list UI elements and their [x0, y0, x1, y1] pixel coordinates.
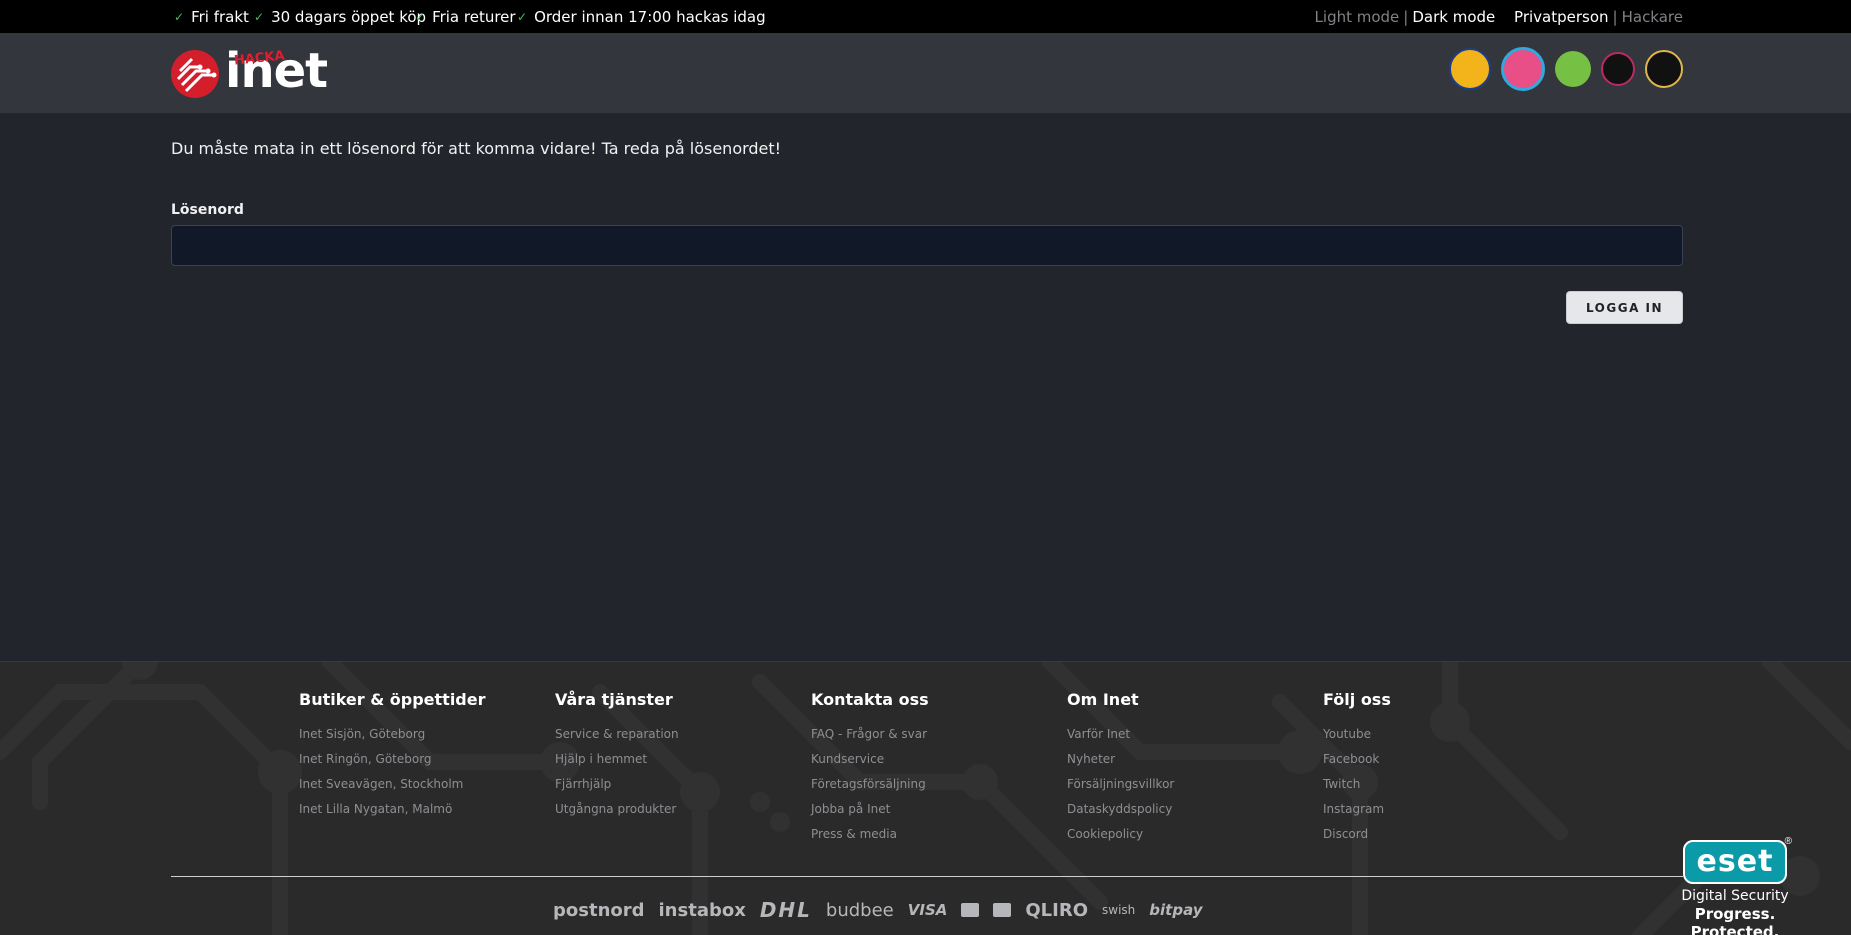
footer-link[interactable]: Inet Sveavägen, Stockholm: [299, 774, 486, 799]
password-label: Lösenord: [171, 202, 244, 218]
bitpay-logo: bitpay: [1149, 901, 1203, 919]
site-header: inet HACKA: [0, 33, 1851, 113]
privatperson-link[interactable]: Privatperson: [1514, 8, 1608, 26]
mode-switcher: Light mode | Dark mode Privatperson | Hackar…: [1315, 8, 1683, 26]
footer-link[interactable]: Jobba på Inet: [811, 799, 929, 824]
footer-link[interactable]: Fjärrhjälp: [555, 774, 679, 799]
footer-column-title: Butiker & öppettider: [299, 690, 486, 709]
instabox-logo: instabox: [658, 899, 746, 921]
password-required-message: Du måste mata in ett lösenord för att ko…: [171, 139, 782, 158]
gluten-free-badge-icon: [1555, 51, 1591, 87]
light-mode-link[interactable]: Light mode: [1315, 8, 1400, 26]
footer-link[interactable]: Utgångna produkter: [555, 799, 679, 824]
usp-item: ✓ Order innan 17:00 hackas idag: [517, 8, 766, 26]
usp-item: ✓ Fria returer: [415, 8, 516, 26]
footer-link[interactable]: Hjälp i hemmet: [555, 749, 679, 774]
mastercard-icon: [961, 903, 980, 917]
footer-link[interactable]: Företagsförsäljning: [811, 774, 929, 799]
footer-column-contact: Kontakta oss FAQ - Frågor & svar Kundser…: [811, 690, 929, 849]
footer-link[interactable]: Inet Ringön, Göteborg: [299, 749, 486, 774]
eset-badge[interactable]: eset ® Digital Security Progress. Protec…: [1660, 836, 1810, 935]
dark-mode-link[interactable]: Dark mode: [1412, 8, 1495, 26]
footer-column-stores: Butiker & öppettider Inet Sisjön, Götebo…: [299, 690, 486, 824]
footer-link[interactable]: Nyheter: [1067, 749, 1174, 774]
circuit-logo-icon: [171, 50, 219, 98]
login-button[interactable]: LOGGA IN: [1566, 291, 1683, 324]
hackare-link[interactable]: Hackare: [1622, 8, 1683, 26]
top-bar: ✓ Fri frakt ✓ 30 dagars öppet köp ✓ Fria re…: [0, 0, 1851, 33]
arets-butik-badge-icon: [1501, 47, 1545, 91]
eset-tagline-2: Progress. Protected.: [1690, 905, 1780, 935]
footer-link[interactable]: Inet Sisjön, Göteborg: [299, 724, 486, 749]
footer-column-social: Följ oss Youtube Facebook Twitch Instagr…: [1323, 690, 1391, 849]
footer-link[interactable]: Kundservice: [811, 749, 929, 774]
award-badge-icon: [1601, 52, 1635, 86]
visa-logo: VISA: [907, 901, 948, 919]
check-icon: ✓: [174, 10, 185, 24]
footer-link[interactable]: Inet Lilla Nygatan, Malmö: [299, 799, 486, 824]
footer-column-services: Våra tjänster Service & reparation Hjälp…: [555, 690, 679, 824]
usp-item: ✓ 30 dagars öppet köp: [254, 8, 427, 26]
postnord-logo: postnord: [553, 899, 645, 921]
check-icon: ✓: [254, 10, 265, 24]
registered-mark: ®: [1784, 836, 1792, 847]
footer-link[interactable]: Varför Inet: [1067, 724, 1174, 749]
footer-link[interactable]: Service & reparation: [555, 724, 679, 749]
footer-link[interactable]: Twitch: [1323, 774, 1391, 799]
footer-link[interactable]: Youtube: [1323, 724, 1391, 749]
card-icon: [993, 903, 1012, 917]
footer-column-title: Våra tjänster: [555, 690, 673, 709]
eset-logo: eset: [1682, 840, 1788, 884]
gold-award-badge-icon: [1645, 50, 1683, 88]
footer-link[interactable]: Discord: [1323, 824, 1391, 849]
footer-column-title: Följ oss: [1323, 690, 1391, 709]
footer-column-about: Om Inet Varför Inet Nyheter Försäljnings…: [1067, 690, 1174, 849]
footer-link[interactable]: Instagram: [1323, 799, 1391, 824]
qliro-logo: QLIRO: [1025, 899, 1089, 921]
footer-link[interactable]: Försäljningsvillkor: [1067, 774, 1174, 799]
inet-logo[interactable]: inet HACKA: [170, 43, 328, 99]
footer-link[interactable]: Dataskyddspolicy: [1067, 799, 1174, 824]
separator: |: [1403, 8, 1409, 26]
footer-divider: [171, 876, 1683, 877]
footer-link[interactable]: Press & media: [811, 824, 929, 849]
footer-link[interactable]: FAQ - Frågor & svar: [811, 724, 929, 749]
site-footer: Butiker & öppettider Inet Sisjön, Götebo…: [0, 661, 1851, 935]
footer-link[interactable]: Facebook: [1323, 749, 1391, 774]
payment-shipping-logos: postnord instabox DHL budbee VISA QLIRO …: [553, 898, 1203, 922]
footer-column-title: Om Inet: [1067, 690, 1139, 709]
check-icon: ✓: [517, 10, 528, 24]
footer-link[interactable]: Cookiepolicy: [1067, 824, 1174, 849]
password-input[interactable]: [171, 225, 1683, 266]
footer-column-title: Kontakta oss: [811, 690, 929, 709]
separator: |: [1612, 8, 1618, 26]
check-icon: ✓: [415, 10, 426, 24]
usp-item: ✓ Fri frakt: [174, 8, 249, 26]
swish-logo: swish: [1102, 903, 1136, 917]
trygg-e-handel-badge-icon: [1449, 48, 1491, 90]
dhl-logo: DHL: [759, 898, 812, 922]
eset-tagline-1: Digital Security: [1681, 888, 1789, 904]
budbee-logo: budbee: [825, 899, 894, 921]
award-badges: [1449, 47, 1683, 91]
